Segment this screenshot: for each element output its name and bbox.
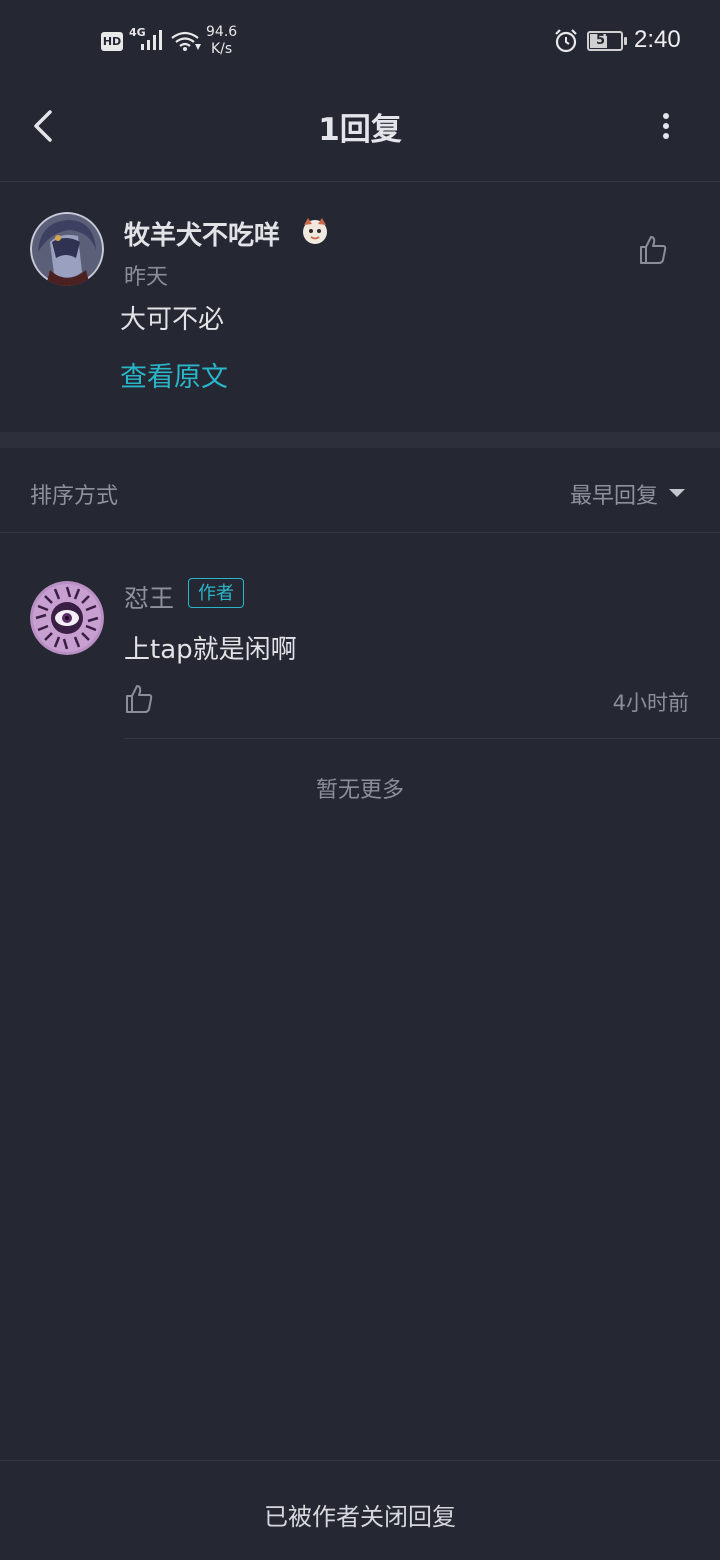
section-divider — [0, 432, 720, 448]
signal-icon — [141, 30, 162, 50]
reply-item: 怼王 作者 上tap就是闲啊 4小时前 — [0, 533, 720, 739]
reply-content: 上tap就是闲啊 — [124, 635, 297, 665]
alarm-icon — [555, 29, 577, 53]
battery-level: 57 — [595, 33, 615, 48]
bottom-bar: 已被作者关闭回复 — [0, 1460, 720, 1560]
thumbs-up-icon[interactable] — [124, 683, 154, 715]
sort-bar: 排序方式 最早回复 — [0, 448, 720, 533]
sort-label: 排序方式 — [30, 484, 119, 509]
speed-unit: K/s — [210, 41, 233, 57]
more-vertical-icon[interactable] — [652, 108, 680, 144]
clock: 2:40 — [634, 26, 681, 53]
comment-time: 昨天 — [124, 265, 169, 290]
wifi-icon — [171, 31, 201, 51]
comment-content: 大可不必 — [120, 305, 225, 335]
author-badge: 作者 — [188, 578, 244, 608]
battery-icon: 57 — [587, 31, 623, 51]
thumbs-up-icon[interactable] — [638, 234, 668, 266]
reply-detail-page: HD 4G 94.6 K/s 57 2:40 1回复 牧羊犬不吃咩 昨天 大可不… — [0, 0, 720, 1560]
page-title: 1回复 — [318, 112, 402, 148]
comment-username[interactable]: 牧羊犬不吃咩 — [124, 215, 280, 252]
avatar[interactable] — [30, 212, 104, 286]
user-badge-icon — [303, 218, 327, 244]
reply-username[interactable]: 怼王 — [124, 579, 174, 615]
sort-selected-value: 最早回复 — [569, 484, 658, 509]
avatar[interactable] — [30, 581, 104, 655]
top-nav-bar: 1回复 — [0, 84, 720, 182]
view-original-link[interactable]: 查看原文 — [120, 355, 228, 394]
hd-indicator: HD — [101, 32, 123, 51]
network-speed: 94.6 K/s — [206, 24, 237, 58]
parent-comment: 牧羊犬不吃咩 昨天 大可不必 查看原文 — [0, 182, 720, 432]
reply-time: 4小时前 — [612, 691, 689, 715]
caret-down-icon[interactable] — [668, 488, 686, 498]
status-bar: HD 4G 94.6 K/s 57 2:40 — [0, 0, 720, 84]
battery-tip — [624, 37, 627, 45]
speed-value: 94.6 — [206, 24, 238, 40]
replies-closed-text: 已被作者关闭回复 — [264, 1503, 456, 1531]
reply-divider — [124, 738, 720, 739]
no-more-text: 暂无更多 — [315, 778, 404, 803]
